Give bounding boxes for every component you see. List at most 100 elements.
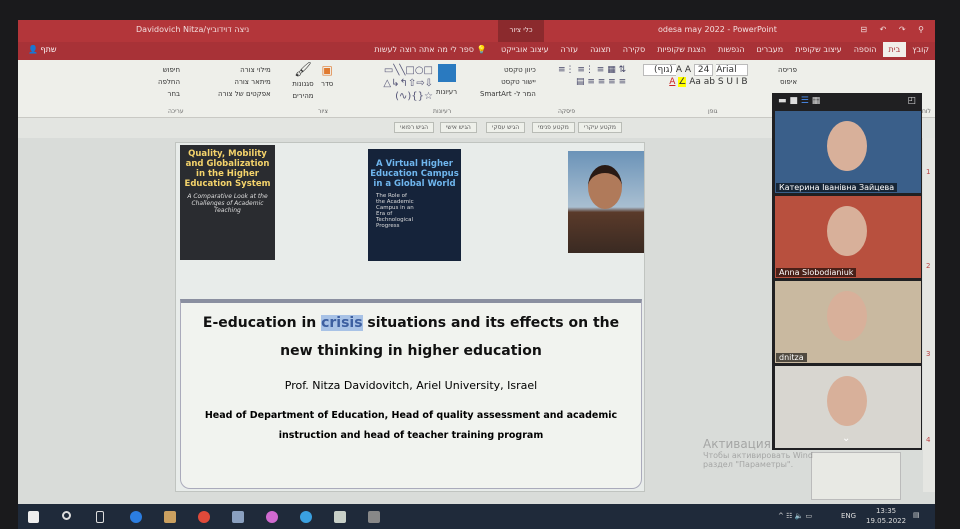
select-button[interactable]: בחר xyxy=(158,88,181,100)
participant-name: dnitza xyxy=(776,353,807,362)
book-cover-quality-mobility: Quality, Mobility and Globalization in t… xyxy=(180,145,275,260)
paragraph-commands: כיוון טקסט יישור טקסט המר ל- SmartArt xyxy=(480,64,536,100)
tab-1[interactable]: בית xyxy=(882,42,907,57)
roles-text: Head of Department of Education, Head of… xyxy=(204,410,618,441)
find-button[interactable]: חיפוש xyxy=(158,64,180,76)
window-controls[interactable]: ⊟ ↶ ↷ ⚲ xyxy=(860,25,929,34)
slide-title: E-education in crisis situations and its… xyxy=(202,315,620,359)
vertical-scrollbar[interactable]: 1 2 3 4 xyxy=(923,138,935,492)
tab-6[interactable]: הצגת שקופיות xyxy=(651,42,712,57)
editing-group: חיפוש החלפה בחר xyxy=(158,64,180,100)
slide-number: 3 xyxy=(926,350,931,358)
clipboard-group-label: לוח xyxy=(922,108,931,115)
tab-3[interactable]: עיצוב שקופית xyxy=(789,42,847,57)
clock[interactable]: 13:35 19.05.2022 xyxy=(866,506,906,526)
fullscreen-icon[interactable]: ◰ xyxy=(907,96,916,106)
participant-face xyxy=(827,121,867,171)
slide-number: 1 xyxy=(926,168,931,176)
group-label: גופן xyxy=(708,108,718,115)
participant-video-tile[interactable]: Катерина Іванівна Зайцева xyxy=(775,111,921,193)
tab-8[interactable]: תצוגה xyxy=(584,42,617,57)
group-label: עריכה xyxy=(168,108,184,115)
shape-fill[interactable]: מילוי צורה xyxy=(218,64,271,76)
font-group: A A 24 Arial (גוף) A ∠ Aa ab S U I B xyxy=(643,64,748,88)
group-label: ציור xyxy=(318,108,328,115)
participant-video-tile[interactable]: Anna Slobodianiuk xyxy=(775,196,921,278)
notifications-icon[interactable]: ▤ xyxy=(913,511,920,519)
ribbon-tabs: קובץביתהוספהעיצוב שקופיתמעבריםהנפשותהצגת… xyxy=(18,42,935,60)
reset-button[interactable]: איפוס xyxy=(778,76,797,88)
shape-outline[interactable]: מיתאר צורה xyxy=(218,76,270,88)
store-icon[interactable] xyxy=(164,511,176,523)
file-explorer-icon[interactable] xyxy=(232,511,244,523)
telegram-icon[interactable] xyxy=(300,511,312,523)
section-button[interactable]: הגיש אישי xyxy=(440,122,477,133)
designer-icon xyxy=(437,64,456,82)
task-view-icon[interactable] xyxy=(96,511,104,523)
book-title: A Virtual Higher Education Campus in a G… xyxy=(370,159,459,189)
notepad-icon[interactable] xyxy=(334,511,346,523)
group-label: פיסקה xyxy=(558,108,576,115)
share-button[interactable]: 👤 שתף xyxy=(28,45,57,54)
convert-smartart[interactable]: המר ל- SmartArt xyxy=(480,88,536,100)
group-label: רעיונות xyxy=(433,108,452,115)
zoom-video-panel: ▬ ■ ☰ ▦ ◰ Катерина Іванівна Зайцева Anna … xyxy=(772,93,922,450)
section-button[interactable]: מקטע עיקרי xyxy=(578,122,622,133)
shape-effects[interactable]: אפקטים של צורה xyxy=(218,88,271,100)
book-subtitle: The Role of the Academic Campus in an Er… xyxy=(376,193,414,229)
tab-4[interactable]: מעברים xyxy=(751,42,790,57)
section-button[interactable]: הגיש רפואי xyxy=(394,122,435,133)
participant-video-tile[interactable]: dnitza xyxy=(775,281,921,363)
user-name[interactable]: Davidovich Nitza/ניצה דוידוביץ xyxy=(136,25,249,34)
system-tray-icons[interactable]: ^ ☷ 🔈 ▭ xyxy=(778,512,812,520)
slide-canvas[interactable]: Quality, Mobility and Globalization in t… xyxy=(175,142,645,492)
font-size-buttons[interactable]: A A xyxy=(676,65,691,75)
collapse-chevron-icon[interactable]: ⌄ xyxy=(842,433,850,444)
participant-name: Anna Slobodianiuk xyxy=(776,268,857,277)
quick-styles-button[interactable]: 🖌 סגנונות מהירים xyxy=(288,62,318,102)
author-photo xyxy=(568,151,644,253)
tab-10[interactable]: עיצוב אובייקט xyxy=(495,42,554,57)
text-format-buttons[interactable]: A ∠ Aa ab S U I B xyxy=(669,77,748,87)
slides-group: פריסה איפוס xyxy=(778,64,797,88)
edge-icon[interactable] xyxy=(130,511,142,523)
slide-number: 4 xyxy=(926,436,931,444)
windows-taskbar: ^ ☷ 🔈 ▭ ENG 13:35 19.05.2022 ▤ xyxy=(18,504,935,529)
language-indicator[interactable]: ENG xyxy=(841,512,856,520)
search-icon[interactable] xyxy=(62,511,71,520)
tab-5[interactable]: הנפשות xyxy=(712,42,751,57)
layout-button[interactable]: פריסה xyxy=(778,64,797,76)
minimize-icon[interactable]: ▬ xyxy=(778,96,787,106)
start-icon[interactable] xyxy=(28,511,39,523)
text-direction[interactable]: כיוון טקסט xyxy=(480,64,536,76)
brush-icon: 🖌 xyxy=(294,62,312,78)
paragraph-format-buttons[interactable]: ⇅ ▦ ≡ ⋮≡ ⋮≡ ≡ ≡ ≡ ≡ ▤ xyxy=(558,64,626,88)
chrome-profile-icon[interactable] xyxy=(266,511,278,523)
shapes-gallery[interactable]: □○□╲╲▭ ⇩⇨⇧↰↳△ ☆{}(∿) xyxy=(353,64,433,103)
arrange-button[interactable]: ▣ סדר xyxy=(321,64,333,90)
align-text[interactable]: יישור טקסט xyxy=(480,76,536,88)
tab-0[interactable]: קובץ xyxy=(906,42,935,57)
slide-number: 2 xyxy=(926,262,931,270)
replace-button[interactable]: החלפה xyxy=(158,76,180,88)
tab-7[interactable]: סקירה xyxy=(617,42,651,57)
participant-face xyxy=(827,376,867,426)
zoom-toolbar: ▬ ■ ☰ ▦ ◰ xyxy=(772,93,922,111)
tab-2[interactable]: הוספה xyxy=(848,42,883,57)
slide-title-textbox[interactable]: E-education in crisis situations and its… xyxy=(180,299,642,489)
document-title: odesa may 2022 - PowerPoint xyxy=(658,25,777,34)
section-button[interactable]: הגיש עסקי xyxy=(486,122,526,133)
video-app-icon[interactable] xyxy=(368,511,380,523)
section-button[interactable]: מקטע פנימי xyxy=(532,122,575,133)
tab-9[interactable]: עזרה xyxy=(555,42,585,57)
gallery-view-icon[interactable]: ▦ xyxy=(812,96,821,106)
book-subtitle: A Comparative Look at the Challenges of … xyxy=(187,193,268,214)
tell-me-search[interactable]: 💡 ספר לי מה אתה רוצה לעשות xyxy=(374,45,486,54)
shape-format-group: מילוי צורה מיתאר צורה אפקטים של צורה xyxy=(218,64,271,100)
font-size-select[interactable]: 24 xyxy=(693,64,714,76)
participant-name: Катерина Іванівна Зайцева xyxy=(776,183,898,192)
strip-view-icon[interactable]: ☰ xyxy=(801,96,809,106)
designer-ideas-button[interactable]: רעיונות xyxy=(436,64,457,98)
chrome-icon[interactable] xyxy=(198,511,210,523)
speaker-view-icon[interactable]: ■ xyxy=(789,96,798,106)
